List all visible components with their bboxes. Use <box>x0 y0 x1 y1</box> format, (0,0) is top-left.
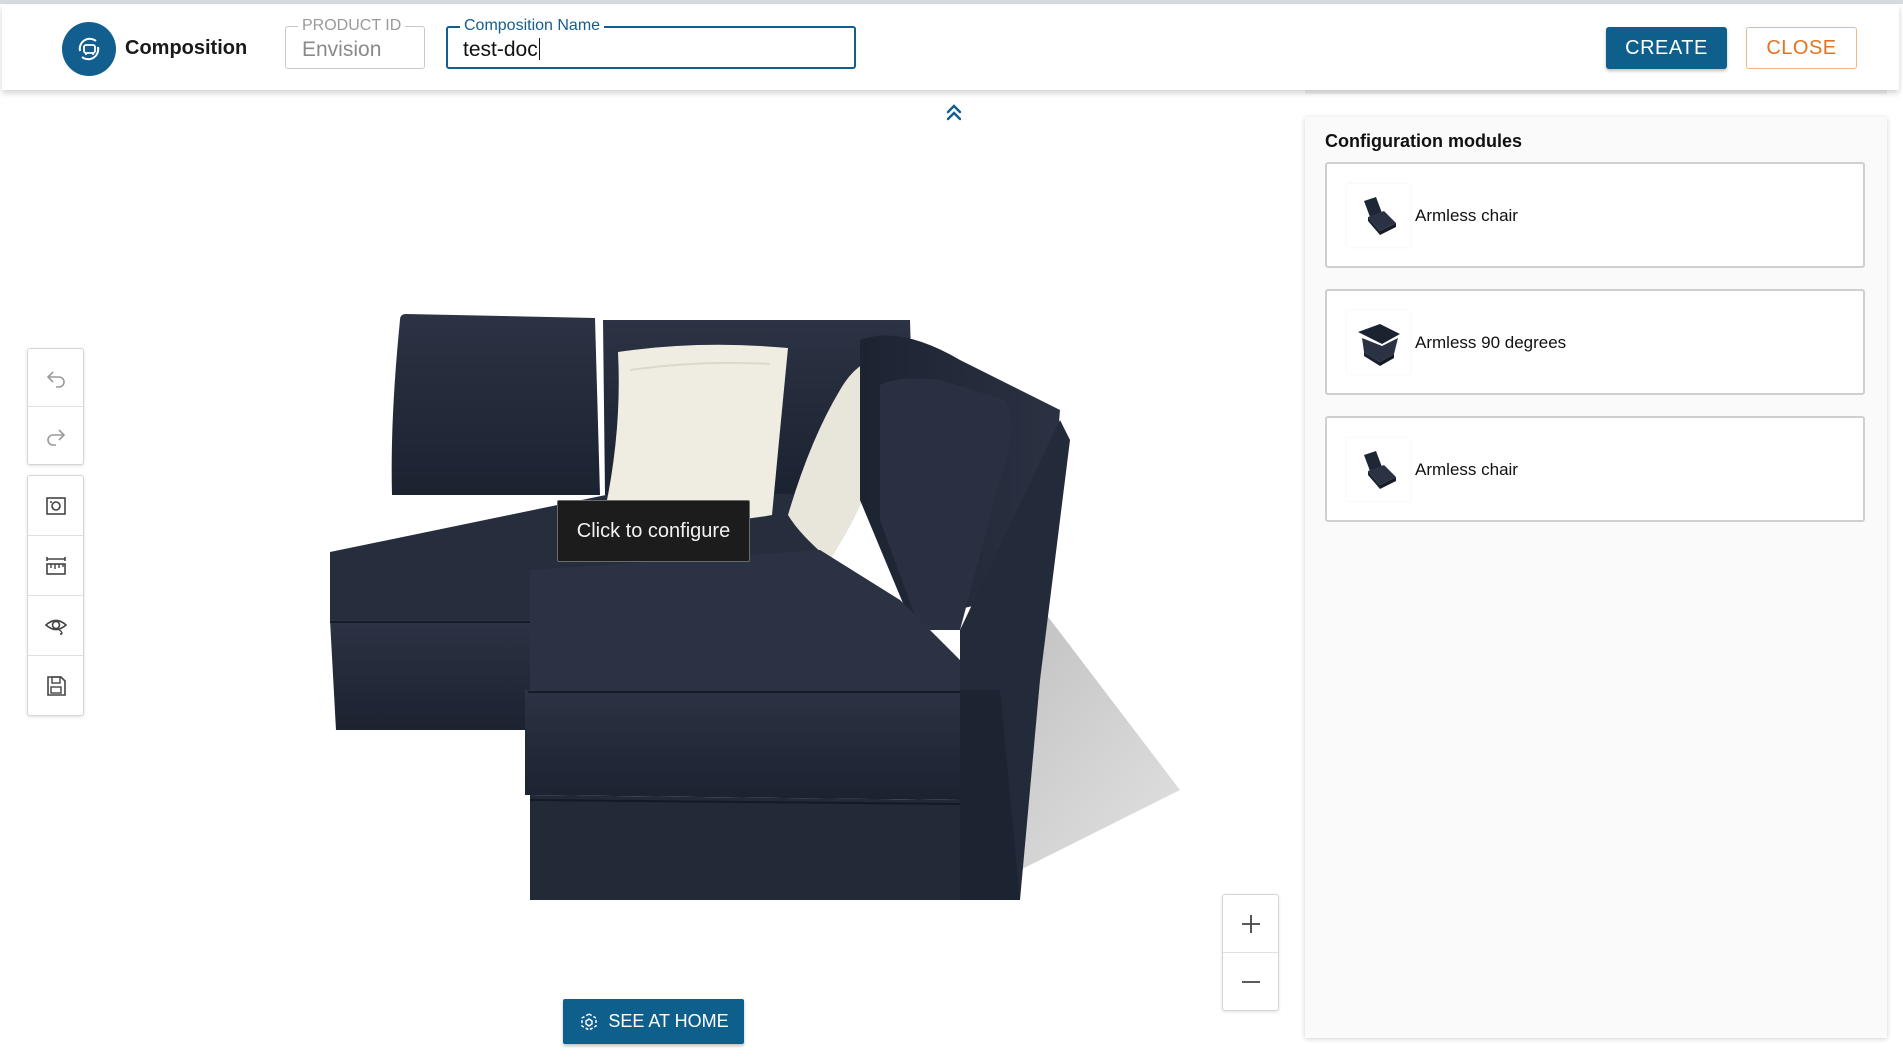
zoom-out-button[interactable] <box>1223 953 1278 1011</box>
module-label: Armless chair <box>1415 206 1518 225</box>
composition-name-label: Composition Name <box>460 17 605 35</box>
composition-name-input[interactable]: Composition Name test-doc <box>446 17 856 69</box>
history-toolbar <box>27 348 84 465</box>
composition-logo-icon <box>62 22 116 76</box>
app-window: Composition PRODUCT ID Envision Composit… <box>0 0 1903 1058</box>
plus-icon <box>1241 914 1260 933</box>
armless-chair-icon <box>1347 184 1410 247</box>
visibility-icon <box>44 619 67 635</box>
product-id-field[interactable]: PRODUCT ID Envision <box>285 17 425 69</box>
screenshot-button[interactable] <box>28 476 83 536</box>
measure-icon <box>45 556 66 575</box>
page-title: Composition <box>125 37 248 59</box>
panel-title: Configuration modules <box>1325 131 1522 151</box>
zoom-controls <box>1222 894 1279 1011</box>
text-caret <box>538 38 540 60</box>
redo-icon <box>46 429 65 446</box>
redo-button[interactable] <box>28 407 83 465</box>
armless-chair-icon <box>1347 438 1410 501</box>
close-button[interactable]: CLOSE <box>1746 27 1857 69</box>
save-view-button[interactable] <box>28 656 83 716</box>
header-bar: Composition PRODUCT ID Envision Composit… <box>2 5 1899 90</box>
module-card-armless-chair-2[interactable]: Armless chair <box>1325 416 1865 522</box>
collapse-header-icon[interactable] <box>943 101 965 123</box>
create-button[interactable]: CREATE <box>1606 27 1727 69</box>
ar-cube-icon <box>581 1012 598 1031</box>
module-card-armless-chair[interactable]: Armless chair <box>1325 162 1865 268</box>
screenshot-icon <box>45 496 66 515</box>
module-label: Armless chair <box>1415 460 1518 479</box>
sofa-3d-render[interactable] <box>300 300 1200 900</box>
window-top-edge <box>0 0 1903 4</box>
module-card-armless-90-degrees[interactable]: Armless 90 degrees <box>1325 289 1865 395</box>
see-at-home-button[interactable]: SEE AT HOME <box>563 999 744 1044</box>
undo-icon <box>46 370 65 388</box>
configuration-panel: Configuration modules Armless chair Arml… <box>1305 117 1887 1038</box>
see-at-home-label: SEE AT HOME <box>608 1011 729 1031</box>
zoom-in-button[interactable] <box>1223 895 1278 953</box>
composition-name-value: test-doc <box>463 38 538 61</box>
module-label: Armless 90 degrees <box>1415 333 1567 352</box>
undo-button[interactable] <box>28 349 83 407</box>
product-id-value: Envision <box>302 38 382 61</box>
measure-button[interactable] <box>28 536 83 596</box>
minus-icon <box>1241 981 1260 983</box>
visibility-button[interactable] <box>28 596 83 656</box>
save-icon <box>46 676 66 696</box>
view-toolbar <box>27 475 84 716</box>
configure-tooltip: Click to configure <box>557 500 750 562</box>
product-id-label: PRODUCT ID <box>298 17 406 35</box>
armless-corner-icon <box>1347 311 1410 374</box>
